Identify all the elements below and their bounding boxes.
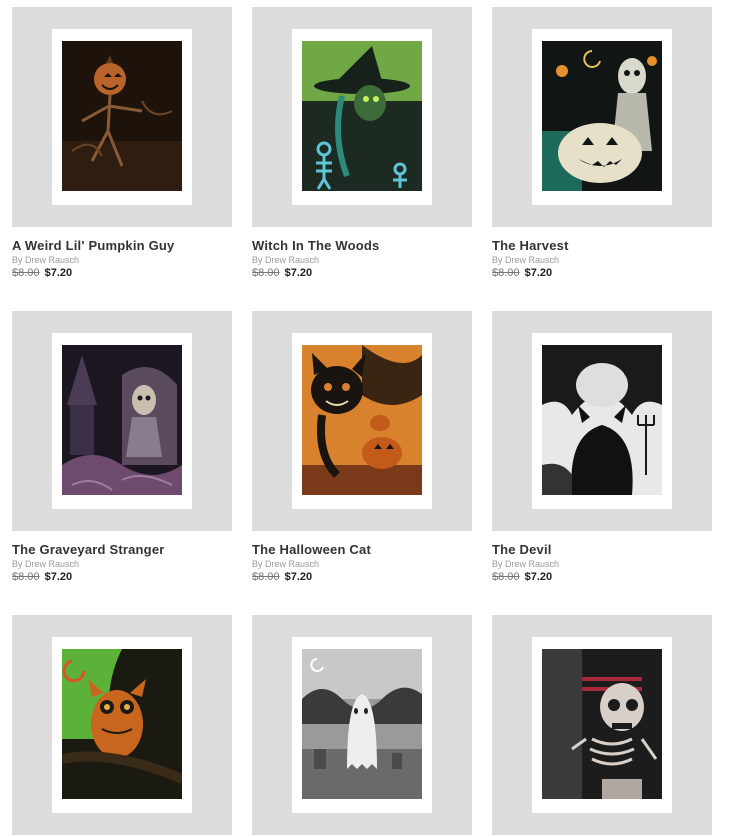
product-author[interactable]: By Drew Rausch	[252, 255, 472, 265]
graveyard-art	[62, 345, 182, 495]
product-author[interactable]: By Drew Rausch	[252, 559, 472, 569]
print-frame	[52, 637, 192, 813]
product-author[interactable]: By Drew Rausch	[12, 559, 232, 569]
devil-art	[542, 345, 662, 495]
product-thumbnail[interactable]	[252, 7, 472, 227]
witch-art	[302, 41, 422, 191]
sale-price: $7.20	[524, 571, 553, 583]
product-card	[12, 615, 232, 835]
sale-price: $7.20	[284, 267, 313, 279]
original-price: $8.00	[252, 267, 280, 279]
product-card: The Devil By Drew Rausch $8.00 $7.20	[492, 311, 712, 583]
original-price: $8.00	[492, 267, 520, 279]
product-title[interactable]: The Devil	[492, 542, 712, 557]
product-author[interactable]: By Drew Rausch	[12, 255, 232, 265]
sale-price: $7.20	[44, 571, 73, 583]
product-card: A Weird Lil' Pumpkin Guy By Drew Rausch …	[12, 7, 232, 279]
product-card	[492, 615, 712, 835]
original-price: $8.00	[12, 267, 40, 279]
ghost-art	[302, 649, 422, 799]
product-card: The Graveyard Stranger By Drew Rausch $8…	[12, 311, 232, 583]
sale-price: $7.20	[284, 571, 313, 583]
product-thumbnail[interactable]	[12, 311, 232, 531]
sale-price: $7.20	[524, 267, 553, 279]
skeleton-art	[542, 649, 662, 799]
product-card	[252, 615, 472, 835]
original-price: $8.00	[12, 571, 40, 583]
original-price: $8.00	[492, 571, 520, 583]
product-price: $8.00 $7.20	[252, 267, 472, 279]
product-author[interactable]: By Drew Rausch	[492, 559, 712, 569]
print-frame	[292, 637, 432, 813]
product-card: The Halloween Cat By Drew Rausch $8.00 $…	[252, 311, 472, 583]
product-price: $8.00 $7.20	[12, 571, 232, 583]
product-thumbnail[interactable]	[492, 311, 712, 531]
product-thumbnail[interactable]	[252, 311, 472, 531]
product-price: $8.00 $7.20	[492, 571, 712, 583]
product-title[interactable]: The Graveyard Stranger	[12, 542, 232, 557]
print-frame	[532, 333, 672, 509]
product-thumbnail[interactable]	[12, 615, 232, 835]
original-price: $8.00	[252, 571, 280, 583]
pumpkin-guy-art	[62, 41, 182, 191]
print-frame	[52, 333, 192, 509]
product-card: Witch In The Woods By Drew Rausch $8.00 …	[252, 7, 472, 279]
halloween-cat-art	[302, 345, 422, 495]
product-author[interactable]: By Drew Rausch	[492, 255, 712, 265]
print-frame	[52, 29, 192, 205]
product-thumbnail[interactable]	[492, 615, 712, 835]
product-grid: A Weird Lil' Pumpkin Guy By Drew Rausch …	[0, 0, 730, 837]
product-title[interactable]: The Harvest	[492, 238, 712, 253]
print-frame	[532, 29, 672, 205]
product-price: $8.00 $7.20	[12, 267, 232, 279]
product-title[interactable]: A Weird Lil' Pumpkin Guy	[12, 238, 232, 253]
product-card: The Harvest By Drew Rausch $8.00 $7.20	[492, 7, 712, 279]
owl-art	[62, 649, 182, 799]
product-title[interactable]: The Halloween Cat	[252, 542, 472, 557]
print-frame	[532, 637, 672, 813]
sale-price: $7.20	[44, 267, 73, 279]
harvest-art	[542, 41, 662, 191]
print-frame	[292, 333, 432, 509]
product-price: $8.00 $7.20	[252, 571, 472, 583]
print-frame	[292, 29, 432, 205]
product-thumbnail[interactable]	[252, 615, 472, 835]
product-thumbnail[interactable]	[492, 7, 712, 227]
product-price: $8.00 $7.20	[492, 267, 712, 279]
product-thumbnail[interactable]	[12, 7, 232, 227]
product-title[interactable]: Witch In The Woods	[252, 238, 472, 253]
